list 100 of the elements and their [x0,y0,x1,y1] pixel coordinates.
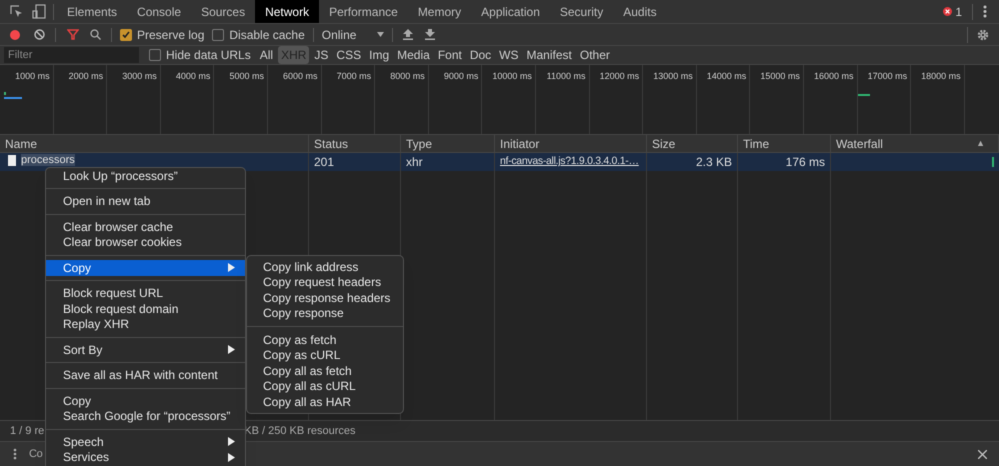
column-header[interactable]: Type [406,135,432,153]
menu-item[interactable]: Copy all as HAR [247,394,403,410]
record-icon[interactable] [10,30,20,40]
checkbox-label: Preserve log [137,26,204,44]
close-icon[interactable] [978,450,987,458]
menu-item[interactable]: Copy link address [247,259,403,274]
filter-type-button[interactable]: WS [496,46,522,64]
tick-label: 6000 ms [283,70,318,83]
more-menu-icon[interactable] [983,5,987,18]
tab[interactable]: Audits [613,0,667,23]
timeline-bar [4,92,22,100]
file-icon [8,155,16,166]
checkbox-label: Disable cache [229,26,305,44]
status-text: 1 / 9 re [10,424,44,439]
preserve-log-checkbox[interactable] [120,28,132,40]
settings-icon[interactable] [977,28,989,40]
download-icon[interactable] [424,29,435,40]
tab[interactable]: Security [550,0,614,23]
tick-label: 1000 ms [15,70,50,83]
tab[interactable]: Console [127,0,192,23]
table-cell-text: 176 ms [786,154,825,171]
menu-item[interactable]: Copy [46,260,245,276]
drawer-tab[interactable]: Co [29,446,42,462]
filter-type-button[interactable]: Manifest [524,46,575,64]
filter-type-button[interactable]: All [256,46,276,64]
tick-label: 10000 ms [492,70,532,83]
filter-type-button[interactable]: Media [394,46,433,64]
table-cell-text: 2.3 KB [696,154,732,171]
tick-label: 14000 ms [706,70,746,83]
caret-icon [376,32,384,37]
menu-item[interactable]: Clear browser cache [46,219,245,234]
menu-item[interactable]: Copy all as fetch [247,363,403,378]
tick-label: 16000 ms [814,70,854,83]
tab[interactable]: Application [471,0,550,23]
menu-item[interactable]: Copy response headers [247,290,403,306]
table-cell-text: xhr [406,154,423,171]
menu-item[interactable]: Speech [46,434,245,450]
menu-item[interactable]: Copy as cURL [247,348,403,363]
menu-item[interactable]: Clear browser cookies [46,234,245,250]
tick-label: 9000 ms [444,70,478,83]
checkbox-label: Hide data URLs [166,47,251,64]
tick-label: 7000 ms [336,70,372,83]
tick-label: 2000 ms [68,70,104,83]
sort-indicator[interactable]: ▲ [976,137,985,151]
error-icon[interactable] [943,7,952,16]
device-icon[interactable] [32,4,46,19]
inspect-icon[interactable] [10,4,24,18]
column-header[interactable]: Status [314,135,348,153]
menu-item[interactable]: Copy as fetch [247,332,403,348]
upload-icon[interactable] [402,29,413,40]
table-row[interactable]: processors 201 xhr nf-canvas-all.js?1.9.0.3.4.0.1-… 2.3 KB 176 ms [0,153,999,171]
disable-cache-checkbox[interactable] [212,28,224,40]
tab[interactable]: Sources [191,0,256,23]
tick-label: 17000 ms [868,70,908,83]
menu-item[interactable]: Services [46,450,245,465]
filter-type-button[interactable]: Other [576,46,613,64]
menu-item[interactable]: Copy [46,393,245,408]
column-header[interactable]: Size [652,135,676,153]
filter-icon[interactable] [67,29,79,40]
menu-item[interactable]: Open in new tab [46,194,245,209]
filter-type-button[interactable]: CSS [333,46,364,64]
table-cell-text: 201 [314,154,334,171]
hide-data-urls-checkbox[interactable] [149,49,161,61]
more-menu-icon[interactable] [13,448,17,460]
menu-item[interactable]: Copy request headers [247,274,403,290]
filter-type-button[interactable]: Img [366,46,392,64]
menu-item[interactable]: Block request URL [46,286,245,301]
menu-item[interactable]: Copy response [247,306,403,321]
search-icon[interactable] [90,29,101,40]
tab[interactable]: Memory [408,0,472,23]
menu-item[interactable]: Search Google for “processors” [46,408,245,424]
tick-label: 4000 ms [176,70,210,83]
throttling-dropdown[interactable]: Online [322,26,384,44]
tick-label: 5000 ms [229,70,264,83]
menu-item[interactable]: Sort By [46,342,245,358]
filter-type-button[interactable]: Doc [466,46,494,64]
tab[interactable]: Network [255,0,320,23]
menu-item[interactable]: Look Up “processors” [46,168,245,184]
menu-item[interactable]: Block request domain [46,301,245,316]
timeline-bar [858,94,870,96]
filter-type-button[interactable]: JS [311,46,332,64]
column-header[interactable]: Initiator [500,135,540,153]
tick-label: 11000 ms [546,70,586,83]
tick-label: 8000 ms [390,70,425,83]
menu-item[interactable]: Replay XHR [46,316,245,332]
initiator-link[interactable]: nf-canvas-all.js?1.9.0.3.4.0.1-… [500,154,639,170]
tick-label: 13000 ms [653,70,693,83]
menu-item[interactable]: Save all as HAR with content [46,368,245,383]
filter-type-button[interactable]: Font [434,46,465,64]
tab[interactable]: Performance [319,0,408,23]
error-count: 1 [955,4,962,20]
clear-icon[interactable] [34,29,45,40]
column-header[interactable]: Name [5,135,38,153]
filter-field[interactable]: Filter [4,47,139,63]
column-header[interactable]: Waterfall [836,135,883,153]
menu-item[interactable]: Copy all as cURL [247,378,403,394]
tab[interactable]: Elements [57,0,128,23]
tick-label: 12000 ms [600,70,640,83]
column-header[interactable]: Time [743,135,770,153]
tick-label: 18000 ms [921,70,961,83]
